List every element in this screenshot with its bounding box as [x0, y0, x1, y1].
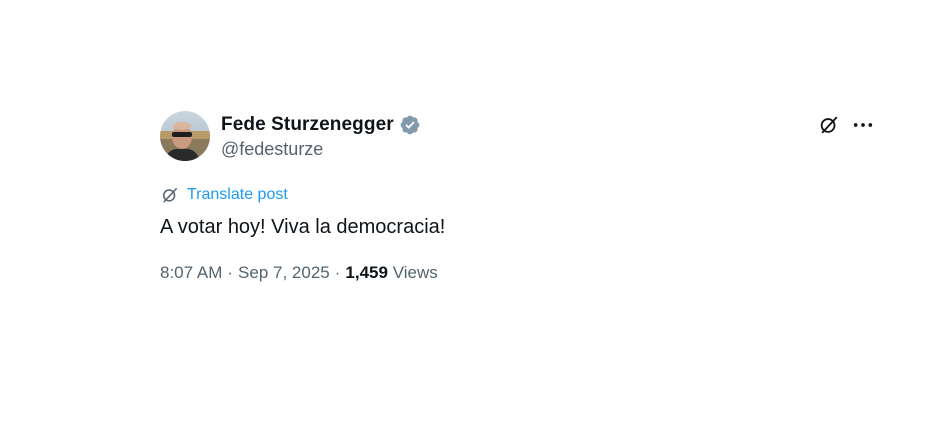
post-card: Fede Sturzenegger @fedesturze Translate …	[0, 0, 950, 444]
author-display-name[interactable]: Fede Sturzenegger	[221, 114, 394, 136]
meta-separator: ·	[334, 263, 341, 282]
views-label: Views	[392, 263, 438, 282]
author-name-row: Fede Sturzenegger	[221, 112, 421, 138]
author-handle[interactable]: @fedesturze	[221, 139, 323, 160]
translate-post-link[interactable]: Translate post	[160, 185, 288, 205]
views-count: 1,459	[345, 263, 388, 282]
avatar[interactable]	[160, 111, 210, 161]
post-text: A votar hoy! Viva la democracia!	[160, 216, 446, 238]
more-dots-icon[interactable]	[852, 114, 874, 136]
meta-separator: ·	[227, 263, 234, 282]
post-date[interactable]: Sep 7, 2025	[238, 263, 330, 283]
grok-icon[interactable]	[818, 114, 840, 136]
post-time[interactable]: 8:07 AM	[160, 263, 222, 283]
verified-badge-icon[interactable]	[399, 114, 421, 136]
translate-icon	[160, 185, 180, 205]
post-actions	[818, 114, 874, 136]
translate-label[interactable]: Translate post	[187, 186, 288, 204]
avatar-photo	[160, 111, 210, 161]
post-meta: 8:07 AM · Sep 7, 2025 · 1,459 Views	[160, 263, 438, 283]
